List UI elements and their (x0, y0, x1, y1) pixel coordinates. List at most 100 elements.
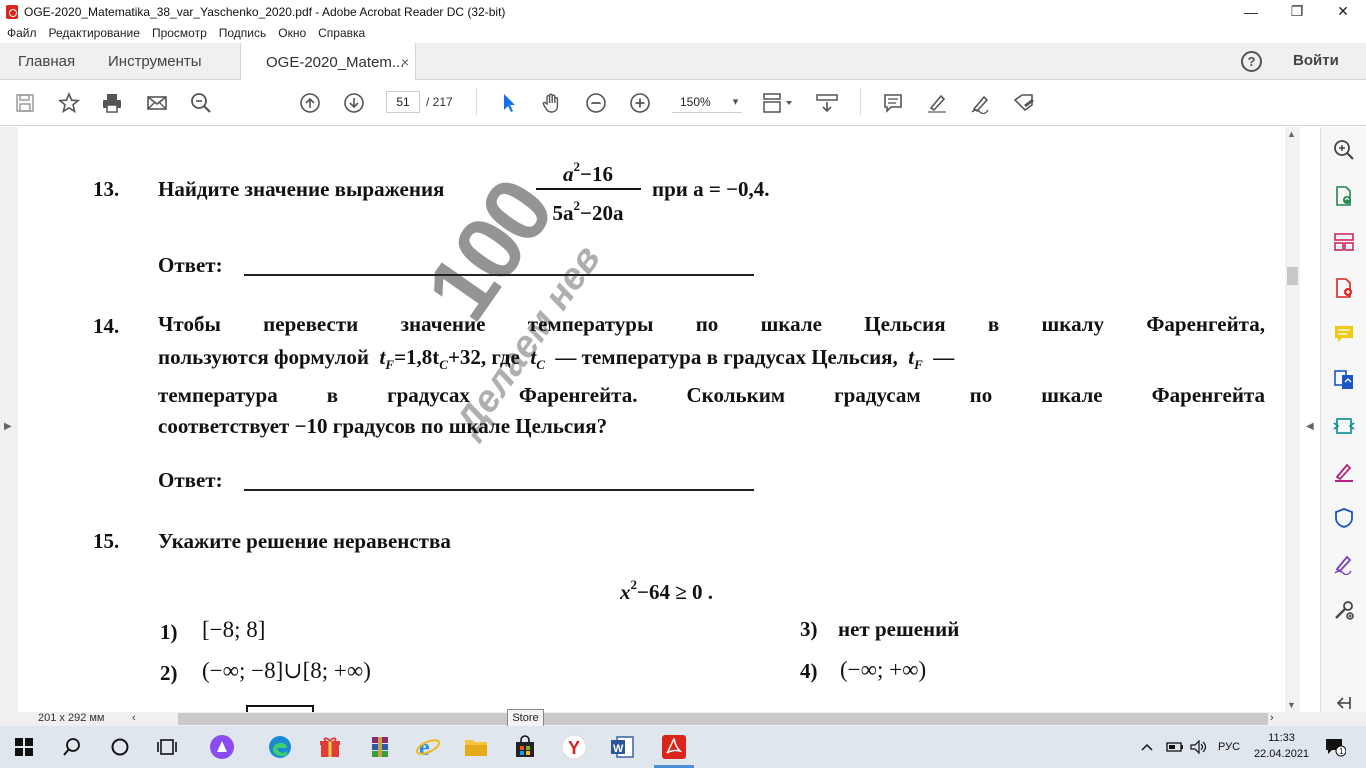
bookmark-star-icon[interactable] (56, 90, 82, 116)
svg-text:e: e (419, 735, 430, 760)
right-panel-toggle[interactable]: ◀ (1300, 127, 1320, 712)
export-pdf-icon[interactable] (1333, 185, 1355, 207)
email-icon[interactable] (144, 90, 170, 116)
scroll-up-icon[interactable]: ▲ (1287, 129, 1296, 139)
file-explorer-icon[interactable] (462, 734, 490, 760)
page-number-input[interactable]: 51 (386, 91, 420, 113)
close-window-button[interactable]: ✕ (1320, 0, 1366, 23)
next-page-icon[interactable] (341, 90, 367, 116)
system-clock[interactable]: 11:33 22.04.2021 (1254, 730, 1309, 762)
vertical-scrollbar[interactable]: ▲ ▼ (1285, 127, 1300, 712)
tab-home[interactable]: Главная (18, 43, 75, 80)
comment-tool-icon[interactable] (1333, 323, 1355, 345)
hand-tool-icon[interactable] (539, 90, 565, 116)
internet-explorer-icon[interactable]: e (414, 734, 442, 760)
notification-center-icon[interactable]: 1 (1324, 726, 1346, 768)
edge-browser-icon[interactable] (266, 734, 294, 760)
horizontal-scroll-thumb[interactable] (178, 713, 1268, 725)
menu-edit[interactable]: Редактирование (49, 26, 140, 40)
comment-icon[interactable] (880, 90, 906, 116)
more-tools-icon[interactable] (1333, 599, 1355, 621)
option-2-number: 2) (160, 661, 178, 685)
store-icon[interactable] (511, 734, 539, 760)
previous-page-icon[interactable] (297, 90, 323, 116)
show-hidden-icons[interactable] (1141, 726, 1153, 768)
draw-sign-icon[interactable] (968, 90, 994, 116)
q14-text-b: , где (480, 345, 520, 369)
acrobat-app-icon (6, 4, 18, 19)
gift-icon[interactable] (316, 734, 344, 760)
search-icon[interactable] (58, 734, 86, 760)
answer-box-top (246, 705, 314, 712)
scroll-thumb[interactable] (1287, 267, 1298, 285)
task-view-icon[interactable] (154, 734, 182, 760)
windows-start-icon[interactable] (10, 734, 38, 760)
menu-sign[interactable]: Подпись (219, 26, 267, 40)
fill-sign-tool-icon[interactable] (1333, 461, 1355, 483)
protect-shield-icon[interactable] (1333, 507, 1355, 529)
cortana-icon[interactable] (106, 734, 134, 760)
volume-icon[interactable] (1190, 726, 1208, 768)
answer-line-13[interactable] (244, 274, 754, 276)
menu-help[interactable]: Справка (318, 26, 365, 40)
combine-files-icon[interactable] (1333, 369, 1355, 391)
word-icon[interactable]: W (608, 734, 636, 760)
tab-document-label: OGE-2020_Matem... (266, 53, 405, 71)
scroll-right-icon[interactable]: › (1270, 712, 1274, 724)
compress-pdf-icon[interactable] (1333, 415, 1355, 437)
option-4: (−∞; +∞) (840, 657, 927, 682)
create-pdf-icon[interactable] (1333, 277, 1355, 299)
ineq-rest: −64 ≥ 0 . (637, 580, 713, 604)
scroll-left-icon[interactable]: ‹ (132, 712, 136, 724)
save-icon[interactable] (12, 90, 38, 116)
find-zoom-icon[interactable] (188, 90, 214, 116)
question-14-line-4: соответствует −10 градусов по шкале Цель… (158, 414, 608, 438)
window-title: OGE-2020_Matematika_38_var_Yaschenko_202… (24, 4, 506, 19)
notification-count: 1 (1339, 747, 1344, 756)
menu-window[interactable]: Окно (278, 26, 306, 40)
question-13-numerator: a2−16 (533, 159, 643, 187)
winrar-icon[interactable] (366, 734, 394, 760)
formula-mid: =1,8t (394, 345, 440, 369)
restore-button[interactable]: ❐ (1274, 0, 1320, 23)
scroll-mode-icon[interactable] (814, 90, 840, 116)
question-14-line-2: пользуются формулой tF=1,8tC+32, где tC … (158, 345, 1265, 373)
print-icon[interactable] (99, 90, 125, 116)
tab-document[interactable]: OGE-2020_Matem... × (240, 43, 416, 81)
option-4-number: 4) (800, 659, 818, 683)
send-for-signature-icon[interactable] (1333, 553, 1355, 575)
tf-sub: F (914, 357, 923, 372)
formula-end: +32 (447, 345, 481, 369)
acrobat-reader-taskbar-icon[interactable] (660, 734, 688, 760)
left-panel-toggle[interactable]: ▶ (0, 127, 18, 712)
q14-text-a: пользуются формулой (158, 345, 370, 369)
tab-tools[interactable]: Инструменты (108, 43, 202, 80)
question-15-text: Укажите решение неравенства (158, 529, 451, 553)
expand-panel-icon[interactable] (1333, 692, 1355, 714)
alice-assistant-icon[interactable] (208, 734, 236, 760)
help-icon[interactable]: ? (1241, 51, 1262, 72)
zoom-level-select[interactable]: 150% ▾ (672, 91, 742, 113)
yandex-browser-icon[interactable]: Y (560, 734, 588, 760)
status-bar: 201 x 292 мм ‹ › (0, 712, 1366, 726)
highlight-pen-icon[interactable] (924, 90, 950, 116)
signin-button[interactable]: Войти (1293, 52, 1339, 69)
zoom-level-value: 150% (680, 94, 711, 109)
page-fit-icon[interactable] (760, 90, 796, 116)
input-language[interactable]: РУС (1218, 726, 1240, 768)
fill-sign-icon[interactable] (1011, 90, 1037, 116)
search-zoom-icon[interactable] (1333, 139, 1355, 161)
menu-file[interactable]: Файл (7, 26, 37, 40)
close-tab-icon[interactable]: × (401, 54, 409, 70)
question-14-line-1: Чтобы перевести значение температуры по … (158, 312, 1265, 336)
question-13-number: 13. (93, 177, 120, 201)
zoom-in-icon[interactable] (627, 90, 653, 116)
scroll-down-icon[interactable]: ▼ (1287, 700, 1296, 710)
zoom-out-icon[interactable] (583, 90, 609, 116)
battery-icon[interactable] (1166, 726, 1184, 768)
organize-pages-icon[interactable] (1333, 231, 1355, 253)
minimize-button[interactable]: — (1228, 0, 1274, 23)
menu-view[interactable]: Просмотр (152, 26, 207, 40)
answer-line-14[interactable] (244, 489, 754, 491)
select-cursor-icon[interactable] (496, 90, 522, 116)
